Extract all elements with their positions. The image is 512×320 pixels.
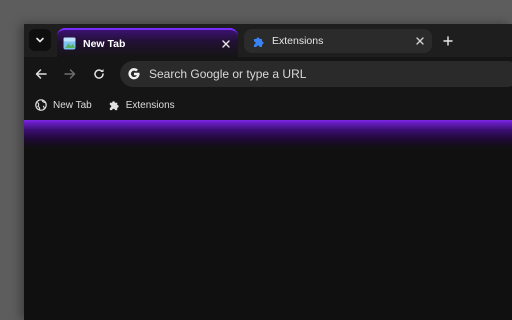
bookmark-label: New Tab <box>53 99 92 111</box>
close-icon <box>222 39 230 48</box>
tab-search-button[interactable] <box>29 29 51 51</box>
puzzle-icon <box>109 101 119 111</box>
globe-icon <box>35 99 47 111</box>
forward-arrow-icon <box>64 69 76 79</box>
omnibox[interactable]: Search Google or type a URL <box>120 61 512 87</box>
reload-button[interactable] <box>90 65 108 83</box>
close-tab-button[interactable] <box>412 33 428 49</box>
navigation-toolbar: Search Google or type a URL <box>24 57 512 90</box>
page-content <box>24 120 512 320</box>
google-icon <box>128 68 140 80</box>
omnibox-placeholder: Search Google or type a URL <box>149 67 307 81</box>
chevron-down-icon <box>36 37 44 43</box>
new-tab-button[interactable] <box>438 31 458 51</box>
accent-glow-band <box>24 120 512 148</box>
back-button[interactable] <box>32 65 50 83</box>
puzzle-icon <box>254 37 264 47</box>
close-tab-button[interactable] <box>218 36 234 52</box>
bookmark-extensions[interactable]: Extensions <box>105 95 178 115</box>
tab-title: New Tab <box>83 37 126 50</box>
tab-extensions[interactable]: Extensions <box>244 29 432 53</box>
tab-title: Extensions <box>272 35 324 47</box>
tab-strip: New Tab Extensions <box>24 24 512 57</box>
bookmark-new-tab[interactable]: New Tab <box>32 95 95 115</box>
browser-window: New Tab Extensions Search Google or type… <box>24 24 512 320</box>
bookmarks-bar: New Tab Extensions <box>24 90 512 120</box>
close-icon <box>416 37 424 45</box>
bookmark-label: Extensions <box>125 99 175 111</box>
new-tab-icon <box>63 37 76 50</box>
reload-icon <box>94 69 104 79</box>
forward-button[interactable] <box>61 65 79 83</box>
tab-new-tab[interactable]: New Tab <box>57 28 238 57</box>
back-arrow-icon <box>35 69 47 79</box>
plus-icon <box>443 36 453 46</box>
